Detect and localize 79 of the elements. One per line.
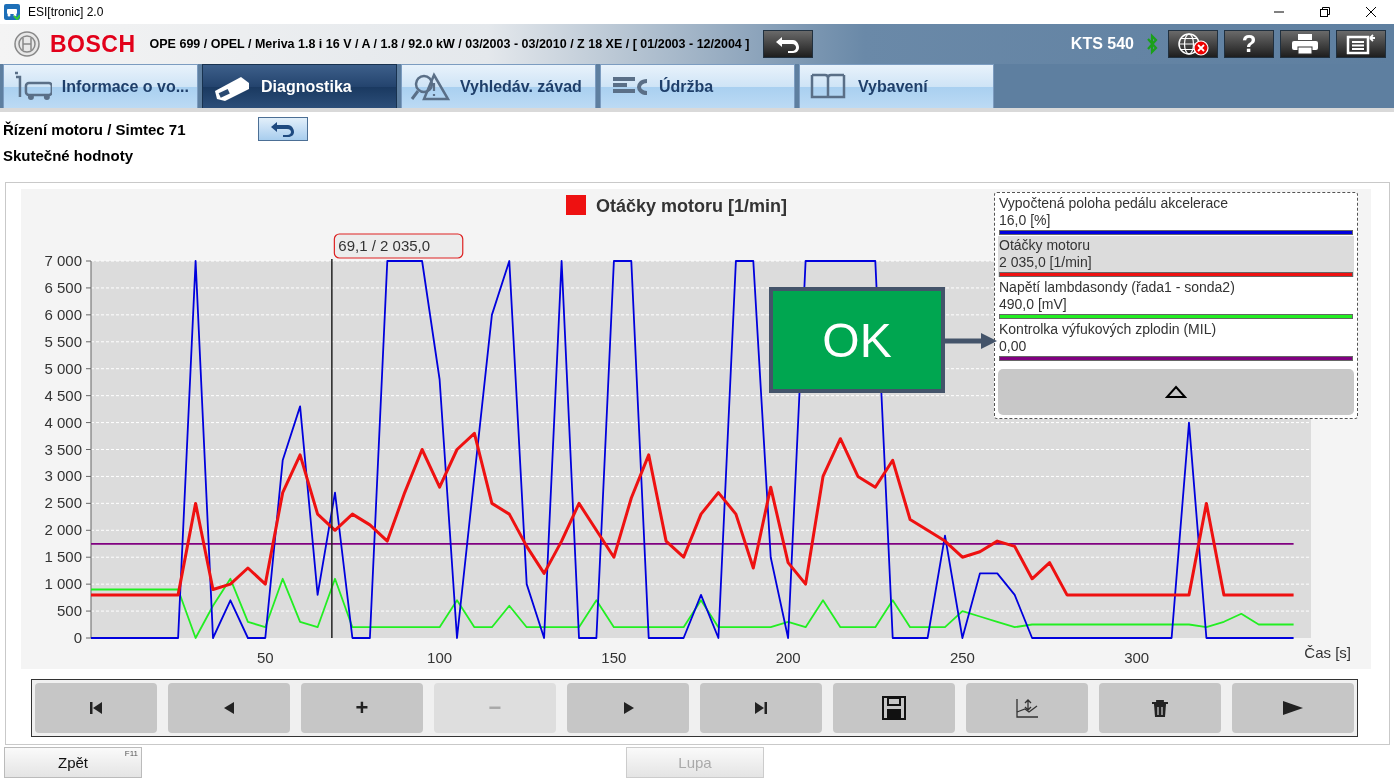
list-exit-icon bbox=[1346, 33, 1376, 55]
legend-item[interactable]: Otáčky motoru 2 035,0 [1/min] bbox=[998, 236, 1354, 277]
legend-value: 16,0 [%] bbox=[999, 212, 1052, 229]
x-tick-label: 50 bbox=[256, 649, 274, 666]
pointer-arrow-icon bbox=[945, 332, 997, 350]
print-button[interactable] bbox=[1280, 30, 1330, 58]
axis-scale-icon bbox=[1014, 697, 1040, 719]
cursor-readout: 69,1 / 2 035,0 bbox=[333, 233, 464, 259]
app-icon bbox=[4, 4, 20, 20]
close-icon[interactable] bbox=[1365, 6, 1377, 18]
help-button[interactable]: ? bbox=[1224, 30, 1274, 58]
x-tick-label: 250 bbox=[949, 649, 975, 666]
chart-title: Otáčky motoru [1/min] bbox=[596, 196, 788, 216]
y-tick-label: 4 500 bbox=[44, 386, 82, 404]
toolbar-button[interactable] bbox=[833, 683, 955, 733]
magnifier-warning-icon bbox=[410, 70, 450, 103]
device-name: KTS 540 bbox=[1070, 35, 1134, 53]
ok-callout: OK bbox=[769, 287, 945, 393]
nav-tab[interactable]: Diagnostika bbox=[202, 64, 397, 108]
breadcrumb: Řízení motoru / Simtec 71 bbox=[3, 120, 187, 138]
y-tick-label: 5 500 bbox=[44, 332, 82, 350]
printer-icon bbox=[1291, 33, 1319, 55]
nav-tab[interactable]: Informace o vo... bbox=[3, 64, 198, 108]
y-tick-label: 3 000 bbox=[44, 467, 82, 485]
x-tick-label: 100 bbox=[427, 649, 453, 666]
triangle-up-icon bbox=[1165, 385, 1187, 399]
y-tick-label: 1 000 bbox=[44, 575, 82, 593]
toolbar-button[interactable] bbox=[1099, 683, 1221, 733]
x-tick-label: 200 bbox=[775, 649, 801, 666]
y-tick-label: 500 bbox=[56, 602, 82, 620]
vehicle-info: OPE 699 / OPEL / Meriva 1.8 i 16 V / A / 1.8 / 92.0 kW / 03/2003 - 03/2010 / Z 18 XE / [ 01/2003 - 12/2004 ] bbox=[149, 37, 750, 51]
y-tick-label: 3 500 bbox=[44, 440, 82, 458]
toolbar-button[interactable]: + bbox=[301, 683, 423, 733]
globe-error-icon bbox=[1176, 32, 1210, 56]
legend-label: Kontrolka výfukových zplodin (MIL) bbox=[999, 321, 1218, 338]
bosch-logo-icon bbox=[14, 31, 40, 57]
legend-item[interactable]: Napětí lambdasondy (řada1 - sonda2) 490,0 [mV] bbox=[998, 278, 1354, 319]
legend-item[interactable]: Vypočtená poloha pedálu akcelerace 16,0 [%] bbox=[998, 194, 1354, 235]
trash-icon bbox=[1149, 698, 1171, 718]
legend-label: Otáčky motoru bbox=[999, 237, 1092, 254]
y-tick-label: 0 bbox=[73, 629, 82, 646]
shortcut-key-hint: F11 bbox=[124, 749, 138, 758]
x-tick-label: 300 bbox=[1124, 649, 1150, 666]
bluetooth-icon bbox=[1146, 33, 1158, 55]
y-tick-label: 6 500 bbox=[44, 278, 82, 296]
play-right-icon bbox=[1281, 699, 1305, 717]
network-button[interactable] bbox=[1168, 30, 1218, 58]
legend-label: Napětí lambdasondy (řada1 - sonda2) bbox=[999, 279, 1236, 296]
y-tick-label: 2 500 bbox=[44, 494, 82, 512]
skip-start-icon bbox=[88, 700, 104, 716]
y-tick-label: 5 000 bbox=[44, 359, 82, 377]
back-button[interactable] bbox=[763, 30, 814, 58]
legend-item[interactable]: Kontrolka výfukových zplodin (MIL) 0,00 bbox=[998, 320, 1354, 361]
legend-value: 490,0 [mV] bbox=[999, 296, 1068, 313]
nav-tab[interactable]: Vyhledáv. závad bbox=[401, 64, 596, 108]
y-tick-label: 6 000 bbox=[44, 305, 82, 323]
restore-icon[interactable] bbox=[1319, 6, 1331, 18]
car-info-icon bbox=[12, 70, 52, 103]
x-axis-label: Čas [s] bbox=[1304, 644, 1351, 661]
page-subtitle: Skutečné hodnoty bbox=[3, 147, 134, 164]
toolbar-button[interactable] bbox=[1232, 683, 1354, 733]
y-tick-label: 1 500 bbox=[44, 548, 82, 566]
brand-logo: BOSCH bbox=[50, 30, 136, 58]
skip-end-icon bbox=[753, 700, 769, 716]
back-arrow-icon bbox=[269, 121, 297, 137]
footer-button[interactable]: Zpět F11 bbox=[4, 747, 142, 778]
y-tick-label: 4 000 bbox=[44, 413, 82, 431]
nav-tab[interactable]: Vybavení bbox=[799, 64, 994, 108]
y-tick-label: 2 000 bbox=[44, 521, 82, 539]
back-button[interactable] bbox=[258, 117, 308, 141]
y-tick-label: 7 000 bbox=[44, 252, 82, 269]
legend-value: 2 035,0 [1/min] bbox=[999, 254, 1093, 271]
legend-label: Vypočtená poloha pedálu akcelerace bbox=[999, 195, 1230, 212]
legend-value: 0,00 bbox=[999, 338, 1028, 355]
x-tick-label: 150 bbox=[601, 649, 627, 666]
window-title: ESI[tronic] 2.0 bbox=[28, 5, 104, 19]
menu-button[interactable] bbox=[1336, 30, 1386, 58]
cursor-line[interactable] bbox=[331, 258, 333, 639]
nav-tab[interactable]: Údržba bbox=[600, 64, 795, 108]
